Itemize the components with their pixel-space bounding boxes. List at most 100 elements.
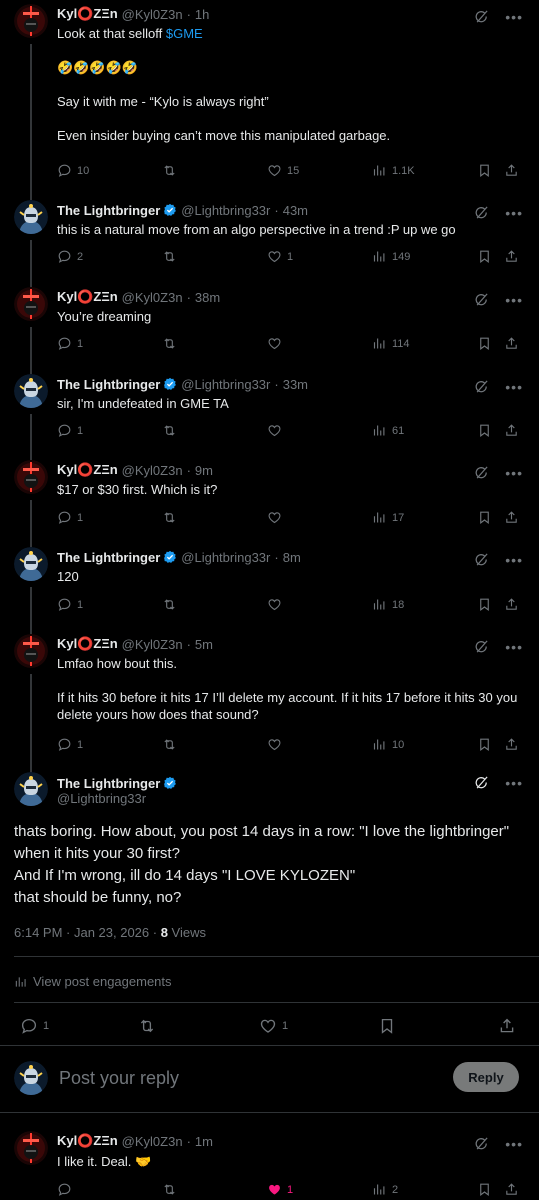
bookmark-button[interactable] <box>477 423 497 438</box>
repost-button[interactable] <box>162 737 182 752</box>
more-icon[interactable]: ••• <box>505 776 523 790</box>
bookmark-button[interactable] <box>477 597 497 612</box>
share-button[interactable] <box>504 737 524 752</box>
author-name[interactable]: Kyl⭕ZΞn <box>57 462 118 478</box>
like-button[interactable]: 1 <box>267 1182 293 1197</box>
author-name[interactable]: Kyl⭕ZΞn <box>57 636 118 652</box>
repost-button[interactable] <box>162 249 182 264</box>
grok-icon[interactable] <box>474 639 489 654</box>
repost-button[interactable] <box>162 510 182 525</box>
post[interactable]: Kyl⭕ZΞn @Kyl0Z3n · 1m ••• I like it. Dea… <box>0 1131 539 1200</box>
author-name[interactable]: The Lightbringer <box>57 377 160 392</box>
author-handle[interactable]: @Lightbring33r <box>181 550 270 565</box>
repost-button[interactable] <box>162 597 182 612</box>
author-name[interactable]: Kyl⭕ZΞn <box>57 6 118 22</box>
reply-button[interactable]: 1 <box>57 336 83 351</box>
reply-button[interactable]: 10 <box>57 163 89 178</box>
author-handle[interactable]: @Kyl0Z3n <box>122 637 183 652</box>
grok-icon[interactable] <box>474 775 489 790</box>
post[interactable]: The Lightbringer @Lightbring33r · 8m •••… <box>0 534 539 621</box>
grok-icon[interactable] <box>474 205 489 220</box>
avatar[interactable] <box>14 634 48 668</box>
avatar[interactable] <box>14 200 48 234</box>
views-button[interactable]: 149 <box>372 249 410 264</box>
reply-button[interactable]: 1 <box>20 1017 49 1035</box>
bookmark-button[interactable] <box>477 163 497 178</box>
bookmark-button[interactable] <box>378 1017 401 1035</box>
author-name[interactable]: Kyl⭕ZΞn <box>57 289 118 305</box>
more-icon[interactable]: ••• <box>505 10 523 24</box>
post[interactable]: The Lightbringer @Lightbring33r · 33m ••… <box>0 361 539 448</box>
avatar[interactable] <box>14 374 48 408</box>
views-button[interactable]: 10 <box>372 737 404 752</box>
timestamp[interactable]: 33m <box>283 377 308 392</box>
view-engagements-link[interactable]: View post engagements <box>14 974 172 989</box>
like-button[interactable] <box>267 423 287 438</box>
post[interactable]: Kyl⭕ZΞn @Kyl0Z3n · 38m ••• You’re dreami… <box>0 274 539 361</box>
author-name[interactable]: The Lightbringer <box>57 550 160 565</box>
timestamp[interactable]: 1m <box>195 1134 213 1149</box>
repost-button[interactable] <box>162 423 182 438</box>
author-name[interactable]: The Lightbringer <box>57 203 160 218</box>
avatar[interactable] <box>14 547 48 581</box>
views-button[interactable]: 114 <box>372 336 410 351</box>
post-timestamp[interactable]: 6:14 PM · Jan 23, 2026 · 8 Views <box>14 925 206 940</box>
bookmark-button[interactable] <box>477 1182 497 1197</box>
share-button[interactable] <box>504 249 524 264</box>
more-icon[interactable]: ••• <box>505 640 523 654</box>
avatar[interactable] <box>14 772 48 806</box>
author-name[interactable]: The Lightbringer <box>57 776 160 791</box>
reply-submit-button[interactable]: Reply <box>453 1062 519 1092</box>
share-button[interactable] <box>504 597 524 612</box>
post[interactable]: Kyl⭕ZΞn @Kyl0Z3n · 9m ••• $17 or $30 fir… <box>0 448 539 534</box>
like-button[interactable] <box>267 597 287 612</box>
grok-icon[interactable] <box>474 292 489 307</box>
bookmark-button[interactable] <box>477 336 497 351</box>
like-button[interactable]: 1 <box>267 249 293 264</box>
share-button[interactable] <box>504 336 524 351</box>
reply-button[interactable] <box>57 1182 77 1197</box>
more-icon[interactable]: ••• <box>505 206 523 220</box>
timestamp[interactable]: 9m <box>195 463 213 478</box>
like-button[interactable]: 1 <box>259 1017 288 1035</box>
author-handle[interactable]: @Kyl0Z3n <box>122 290 183 305</box>
author-name[interactable]: Kyl⭕ZΞn <box>57 1133 118 1149</box>
grok-icon[interactable] <box>474 465 489 480</box>
timestamp[interactable]: 38m <box>195 290 220 305</box>
author-handle[interactable]: @Lightbring33r <box>181 377 270 392</box>
like-button[interactable]: 15 <box>267 163 299 178</box>
author-handle[interactable]: @Lightbring33r <box>181 203 270 218</box>
views-button[interactable]: 61 <box>372 423 404 438</box>
author-handle[interactable]: @Lightbring33r <box>57 791 146 806</box>
grok-icon[interactable] <box>474 379 489 394</box>
repost-button[interactable] <box>162 163 182 178</box>
bookmark-button[interactable] <box>477 249 497 264</box>
avatar[interactable] <box>14 460 48 494</box>
timestamp[interactable]: 5m <box>195 637 213 652</box>
grok-icon[interactable] <box>474 552 489 567</box>
share-button[interactable] <box>504 510 524 525</box>
views-button[interactable]: 17 <box>372 510 404 525</box>
timestamp[interactable]: 8m <box>283 550 301 565</box>
share-button[interactable] <box>504 423 524 438</box>
post[interactable]: The Lightbringer @Lightbring33r · 43m ••… <box>0 186 539 274</box>
share-button[interactable] <box>504 163 524 178</box>
reply-button[interactable]: 1 <box>57 423 83 438</box>
post[interactable]: Kyl⭕ZΞn @Kyl0Z3n · 1h ••• Look at that s… <box>0 4 539 186</box>
timestamp[interactable]: 1h <box>195 7 209 22</box>
reply-button[interactable]: 1 <box>57 737 83 752</box>
more-icon[interactable]: ••• <box>505 1137 523 1151</box>
repost-button[interactable] <box>162 336 182 351</box>
like-button[interactable] <box>267 336 287 351</box>
more-icon[interactable]: ••• <box>505 380 523 394</box>
author-handle[interactable]: @Kyl0Z3n <box>122 1134 183 1149</box>
more-icon[interactable]: ••• <box>505 293 523 307</box>
like-button[interactable] <box>267 510 287 525</box>
views-button[interactable]: 1.1K <box>372 163 415 178</box>
repost-button[interactable] <box>162 1182 182 1197</box>
reply-input[interactable]: Post your reply <box>59 1068 179 1089</box>
more-icon[interactable]: ••• <box>505 553 523 567</box>
bookmark-button[interactable] <box>477 737 497 752</box>
post[interactable]: Kyl⭕ZΞn @Kyl0Z3n · 5m ••• Lmfao how bout… <box>0 621 539 774</box>
grok-icon[interactable] <box>474 1136 489 1151</box>
